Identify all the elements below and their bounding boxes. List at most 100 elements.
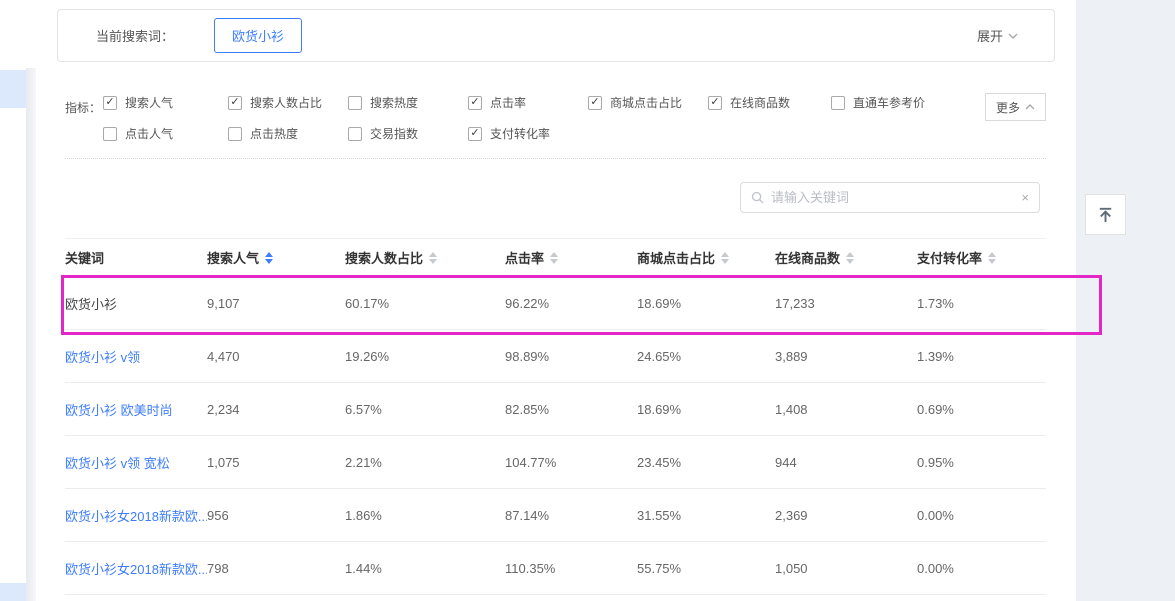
current-search-term-label: 当前搜索词： [96, 26, 174, 45]
indicator-checkbox-item[interactable]: 点击热度 [228, 125, 348, 142]
metric-cell: 798 [207, 561, 345, 576]
column-header-label: 在线商品数 [775, 248, 840, 267]
table-body: 欧货小衫9,10760.17%96.22%18.69%17,2331.73%欧货… [65, 277, 1046, 595]
checkbox-unchecked-icon[interactable] [228, 127, 242, 141]
metric-cell: 3,889 [775, 349, 917, 364]
sort-caret-icon[interactable] [265, 252, 273, 264]
checkbox-checked-icon[interactable]: ✓ [103, 96, 117, 110]
page-background-band [1076, 0, 1175, 601]
column-header-metric[interactable]: 搜索人气 [207, 248, 345, 267]
indicator-label: 商城点击占比 [610, 94, 682, 111]
keyword-search-box: × [740, 182, 1040, 213]
metric-cell: 87.14% [505, 508, 637, 523]
metric-cell: 1.39% [917, 349, 1046, 364]
metric-cell: 1.44% [345, 561, 505, 576]
sort-caret-icon[interactable] [429, 252, 437, 264]
metric-cell: 110.35% [505, 561, 637, 576]
sort-caret-icon[interactable] [550, 252, 558, 264]
metric-cell: 9,107 [207, 296, 345, 311]
keyword-search-input[interactable] [771, 190, 1014, 205]
table-row: 欧货小衫 欧美时尚2,2346.57%82.85%18.69%1,4080.69… [65, 383, 1046, 436]
checkbox-unchecked-icon[interactable] [348, 96, 362, 110]
sort-caret-icon[interactable] [721, 252, 729, 264]
checkbox-checked-icon[interactable]: ✓ [588, 96, 602, 110]
keyword-link[interactable]: 欧货小衫女2018新款欧... [65, 506, 207, 525]
indicator-label: 点击人气 [125, 125, 173, 142]
column-header-label: 商城点击占比 [637, 248, 715, 267]
metric-cell: 0.00% [917, 561, 1046, 576]
checkbox-checked-icon[interactable]: ✓ [468, 127, 482, 141]
checkbox-unchecked-icon[interactable] [348, 127, 362, 141]
back-to-top-button[interactable] [1085, 194, 1126, 235]
metric-cell: 2,234 [207, 402, 345, 417]
metric-cell: 0.00% [917, 508, 1046, 523]
indicator-checkbox-item[interactable]: 交易指数 [348, 125, 468, 142]
chevron-down-icon [1008, 31, 1018, 41]
metric-cell: 1,408 [775, 402, 917, 417]
search-icon [751, 191, 764, 204]
checkbox-unchecked-icon[interactable] [831, 96, 845, 110]
current-term-button[interactable]: 欧货小衫 [214, 18, 302, 53]
keyword-link[interactable]: 欧货小衫女2018新款欧... [65, 559, 207, 578]
checkbox-unchecked-icon[interactable] [103, 127, 117, 141]
column-header-label: 支付转化率 [917, 248, 982, 267]
column-header-metric[interactable]: 搜索人数占比 [345, 248, 505, 267]
chevron-up-icon [1025, 102, 1035, 112]
indicator-checkbox-item[interactable]: 搜索热度 [348, 94, 468, 111]
column-header-label: 关键词 [65, 248, 104, 267]
indicator-label: 直通车参考价 [853, 94, 925, 111]
indicator-checkbox-item[interactable]: ✓ 搜索人气 [103, 94, 228, 111]
expand-toggle[interactable]: 展开 [977, 26, 1018, 45]
table-row: 欧货小衫 v领4,47019.26%98.89%24.65%3,8891.39% [65, 330, 1046, 383]
indicator-checkbox-item[interactable]: 直通车参考价 [831, 94, 983, 111]
indicator-label: 交易指数 [370, 125, 418, 142]
keyword-link[interactable]: 欧货小衫 v领 宽松 [65, 453, 207, 472]
table-row: 欧货小衫女2018新款欧...9561.86%87.14%31.55%2,369… [65, 489, 1046, 542]
column-header-metric[interactable]: 点击率 [505, 248, 637, 267]
keyword-link[interactable]: 欧货小衫 欧美时尚 [65, 400, 207, 419]
indicator-checkbox-item[interactable]: 点击人气 [103, 125, 228, 142]
indicator-checkbox-item[interactable]: ✓ 商城点击占比 [588, 94, 708, 111]
sort-caret-icon[interactable] [988, 252, 996, 264]
more-label: 更多 [996, 99, 1020, 116]
metric-cell: 19.26% [345, 349, 505, 364]
metric-cell: 55.75% [637, 561, 775, 576]
indicator-label: 点击热度 [250, 125, 298, 142]
indicator-label: 搜索人气 [125, 94, 173, 111]
clear-search-icon[interactable]: × [1021, 191, 1029, 204]
metric-cell: 1,075 [207, 455, 345, 470]
indicator-checkbox-item[interactable]: ✓ 搜索人数占比 [228, 94, 348, 111]
column-header-label: 搜索人数占比 [345, 248, 423, 267]
column-header-metric[interactable]: 支付转化率 [917, 248, 1046, 267]
metric-cell: 23.45% [637, 455, 775, 470]
table-row: 欧货小衫女2018新款欧...7981.44%110.35%55.75%1,05… [65, 542, 1046, 595]
keyword-link[interactable]: 欧货小衫 v领 [65, 347, 207, 366]
checkbox-checked-icon[interactable]: ✓ [228, 96, 242, 110]
indicator-checkbox-grid: ✓ 搜索人气 ✓ 搜索人数占比 搜索热度 ✓ 点击率 ✓ 商城点击占比 ✓在线商品数 直通车参考价点… [103, 94, 983, 142]
indicator-checkbox-item[interactable]: ✓在线商品数 [708, 94, 831, 111]
column-header-metric[interactable]: 在线商品数 [775, 248, 917, 267]
sort-caret-icon[interactable] [846, 252, 854, 264]
left-sidebar-highlight-top [0, 70, 26, 108]
metric-cell: 17,233 [775, 296, 917, 311]
indicator-label: 点击率 [490, 94, 526, 111]
indicator-checkbox-item[interactable]: ✓支付转化率 [468, 125, 588, 142]
indicator-label: 搜索热度 [370, 94, 418, 111]
metric-cell: 6.57% [345, 402, 505, 417]
metric-cell: 60.17% [345, 296, 505, 311]
checkbox-checked-icon[interactable]: ✓ [468, 96, 482, 110]
metric-cell: 104.77% [505, 455, 637, 470]
left-sidebar-highlight-bottom [0, 583, 26, 601]
indicator-checkbox-item[interactable]: ✓ 点击率 [468, 94, 588, 111]
metric-cell: 96.22% [505, 296, 637, 311]
metric-cell: 944 [775, 455, 917, 470]
indicator-label: 搜索人数占比 [250, 94, 322, 111]
column-header-metric[interactable]: 商城点击占比 [637, 248, 775, 267]
checkbox-checked-icon[interactable]: ✓ [708, 96, 722, 110]
left-divider-shadow [26, 68, 36, 601]
metric-cell: 2,369 [775, 508, 917, 523]
keyword-text: 欧货小衫 [65, 294, 207, 313]
metric-cell: 956 [207, 508, 345, 523]
more-button[interactable]: 更多 [985, 93, 1046, 121]
metric-cell: 1.73% [917, 296, 1046, 311]
